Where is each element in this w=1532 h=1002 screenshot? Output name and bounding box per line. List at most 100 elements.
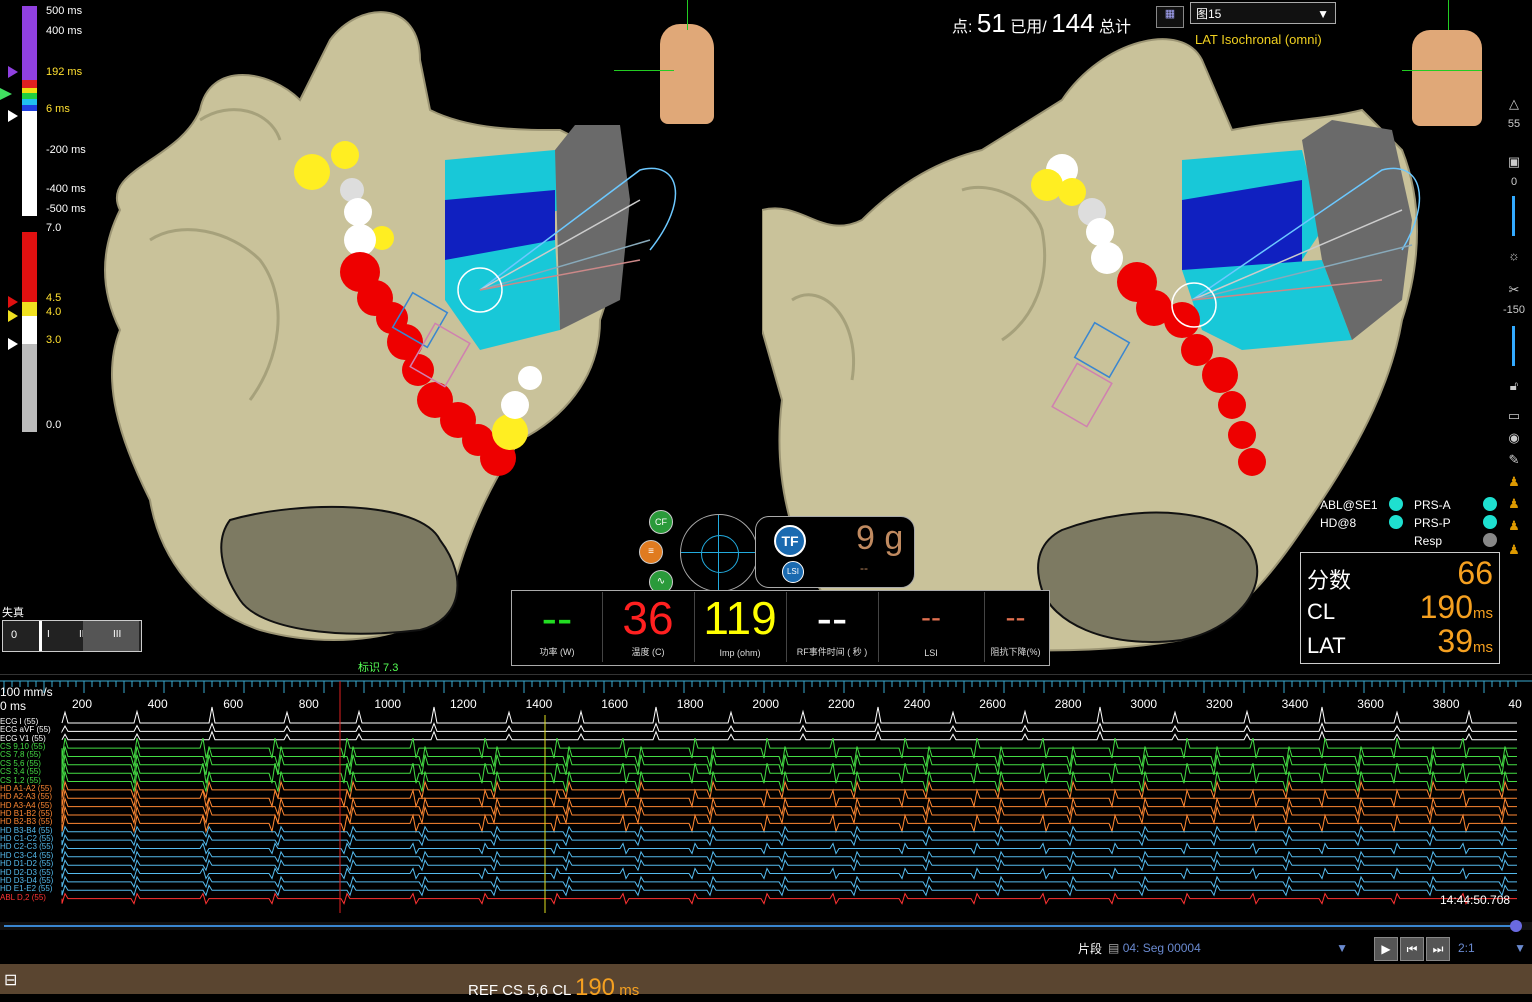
- impedance-drop-metric: -- 阻抗下降(%): [984, 592, 1047, 662]
- status-label: ABL@SE1: [1320, 498, 1378, 512]
- temperature-value: 36: [622, 592, 674, 644]
- marker-label: 标识 7.3: [358, 662, 399, 672]
- left-anatomy-render[interactable]: [0, 0, 760, 672]
- map-select[interactable]: 图15 ▼: [1190, 2, 1336, 24]
- vertical-slider[interactable]: [1512, 196, 1515, 236]
- egm-trace: [61, 842, 1517, 855]
- segment-value: 04: Seg 00004: [1122, 941, 1201, 955]
- step-back-button[interactable]: ⏮: [1400, 937, 1424, 961]
- egm-trace: [61, 737, 1517, 759]
- tf-badge[interactable]: TF: [774, 525, 806, 557]
- toolbar-value: -150: [1503, 304, 1526, 316]
- lat-upper-slider-handle[interactable]: [8, 66, 18, 78]
- distortion-tick: III: [113, 629, 122, 640]
- lat-scale-label: 400 ms: [46, 25, 83, 37]
- torso-orientation-icon[interactable]: [660, 24, 714, 124]
- time-tick-label: 2000: [752, 697, 780, 711]
- lat-scale-label: 500 ms: [46, 5, 83, 17]
- body-view-icon[interactable]: ♟: [1503, 542, 1525, 560]
- contact-force-panel: TF LSI 9 g --: [755, 516, 915, 588]
- segment-select[interactable]: ▤ 04: Seg 00004 ▼: [1108, 938, 1356, 958]
- map-type-label: LAT Isochronal (omni): [1195, 32, 1322, 47]
- chevron-down-icon: ▼: [1317, 7, 1329, 21]
- lsi-value: --: [921, 601, 941, 634]
- voltage-scale-label: 0.0: [46, 419, 62, 431]
- time-tick-label: 1600: [601, 697, 628, 711]
- time-tick-label: 1800: [676, 697, 704, 711]
- sphere-icon[interactable]: ◉: [1503, 430, 1525, 448]
- cf-badge[interactable]: CF: [649, 510, 673, 534]
- ratio-select[interactable]: 2:1 ▼: [1458, 938, 1528, 958]
- impedance-metric: 119 Imp (ohm): [694, 592, 787, 662]
- body-view-icon[interactable]: ♟: [1503, 518, 1525, 536]
- lat-window-slider-handle[interactable]: [0, 88, 12, 100]
- distortion-slider[interactable]: 0 I II III: [2, 620, 142, 652]
- time-tick-label: 3200: [1206, 697, 1233, 711]
- display-icon[interactable]: ▭: [1503, 408, 1525, 426]
- egm-trace: [61, 780, 1517, 800]
- lat-scale-label: -400 ms: [46, 183, 86, 195]
- time-tick-label: 600: [223, 697, 244, 711]
- vertical-slider[interactable]: [1512, 326, 1515, 366]
- power-metric: -- 功率 (W): [512, 592, 603, 662]
- channel-label: ABL D,2 (55): [0, 892, 46, 902]
- body-view-icon[interactable]: ♟: [1503, 474, 1525, 492]
- lat-scale-label: 192 ms: [46, 66, 83, 78]
- lsi-badge[interactable]: LSI: [782, 561, 804, 583]
- egm-trace: [61, 721, 1517, 734]
- ref-cl-readout: REF CS 5,6 CL 190 ms: [468, 974, 639, 1002]
- temperature-label: 温度 (C): [631, 647, 665, 657]
- time-tick-label: 2800: [1054, 697, 1082, 711]
- time-tick-label: 3800: [1432, 697, 1460, 711]
- lat-color-scale[interactable]: [22, 6, 37, 216]
- toolbar-value: 55: [1507, 118, 1521, 130]
- lock-icon[interactable]: 🔓︎: [1503, 378, 1525, 396]
- scrollbar-handle[interactable]: [1510, 920, 1522, 932]
- orientation-axis: [687, 0, 688, 30]
- lat-scale-label: 6 ms: [46, 103, 70, 115]
- rf-time-value: --: [816, 592, 848, 644]
- step-forward-button[interactable]: ⏭: [1426, 937, 1450, 961]
- status-label: PRS-A: [1414, 498, 1451, 512]
- rf-time-label: RF事件时间 ( 秒 ): [796, 647, 868, 657]
- clip-icon[interactable]: ✂: [1503, 282, 1525, 300]
- mountain-icon[interactable]: △: [1503, 96, 1525, 114]
- time-tick-label: 3600: [1357, 697, 1384, 711]
- power-value: --: [541, 592, 573, 644]
- lat-value: 39ms: [1437, 623, 1493, 659]
- time-tick-label: 3000: [1130, 697, 1158, 711]
- used-label: 已用/: [1010, 19, 1047, 36]
- voltage-upper-handle[interactable]: [8, 296, 18, 308]
- impedance-value: 119: [703, 592, 777, 644]
- distortion-label: 失真: [2, 607, 24, 619]
- pen-icon[interactable]: ✎: [1503, 452, 1525, 470]
- egm-trace: [61, 858, 1517, 872]
- lat-lower-slider-handle[interactable]: [8, 110, 18, 122]
- time-tick-label: 2200: [828, 697, 855, 711]
- voltage-lower-handle[interactable]: [8, 338, 18, 350]
- menu-icon[interactable]: ⊟: [4, 970, 17, 990]
- irrigation-icon[interactable]: ≡: [639, 540, 663, 564]
- torso-orientation-icon[interactable]: [1412, 30, 1482, 126]
- map-grid-icon[interactable]: ▦: [1156, 6, 1184, 28]
- lat-label: LAT: [1307, 633, 1346, 658]
- time-tick-label: 800: [298, 697, 319, 711]
- voltage-color-scale[interactable]: [22, 232, 37, 432]
- voltage-mid-handle[interactable]: [8, 310, 18, 322]
- orientation-axis: [1402, 70, 1482, 71]
- egm-trace: [61, 884, 1517, 897]
- orientation-axis: [1448, 0, 1449, 30]
- body-view-icon[interactable]: ♟: [1503, 496, 1525, 514]
- layers-icon[interactable]: ▣: [1503, 154, 1525, 172]
- light-icon[interactable]: ☼: [1503, 248, 1525, 266]
- egm-trace: [61, 867, 1517, 880]
- left-3d-view[interactable]: 500 ms 400 ms 192 ms 6 ms -200 ms -400 m…: [0, 0, 760, 672]
- review-scrollbar[interactable]: [0, 920, 1532, 932]
- play-button[interactable]: ▶: [1374, 937, 1398, 961]
- time-tick-label: 1200: [450, 697, 477, 711]
- egm-panel[interactable]: 100 mm/s 0 ms 200 400 600 800 1000 1200 1400 16…: [0, 674, 1532, 913]
- points-counter: 点: 51 已用/ 144 总计: [952, 8, 1131, 39]
- time-tick-label: 2400: [903, 697, 931, 711]
- voltage-scale-label: 4.0: [46, 306, 62, 318]
- time-tick-label: 40: [1508, 697, 1522, 711]
